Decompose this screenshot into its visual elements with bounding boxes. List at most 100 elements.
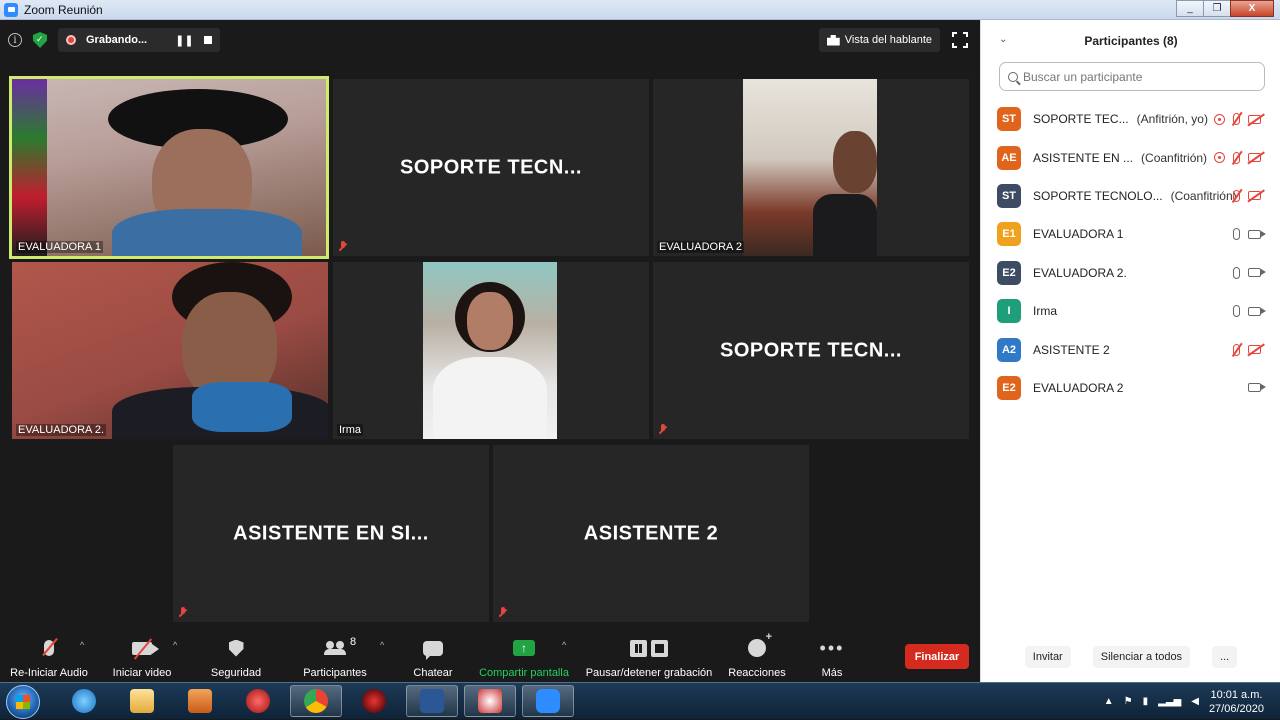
end-meeting-button[interactable]: Finalizar [905, 644, 969, 669]
participants-label: Participantes [303, 667, 367, 679]
camera-icon[interactable] [1248, 383, 1266, 393]
muted-mic-icon [497, 607, 509, 619]
mute-all-button[interactable]: Silenciar a todos [1092, 646, 1191, 668]
participant-row[interactable]: A2 ASISTENTE 2 [997, 330, 1269, 368]
muted-mic-icon [337, 241, 349, 253]
taskbar-media-player[interactable] [174, 685, 226, 717]
participant-avatar: ST [997, 107, 1021, 132]
participant-search-input[interactable] [1023, 69, 1243, 84]
emoji-add-icon [748, 631, 772, 657]
share-screen-button[interactable]: ↑ Compartir pantalla [476, 636, 572, 682]
meeting-info-icon[interactable]: i [8, 33, 22, 47]
recording-indicator: Grabando... ❚❚ [58, 28, 220, 52]
pause-recording-button[interactable]: ❚❚ [175, 34, 193, 47]
camera-off-icon[interactable] [1248, 191, 1261, 201]
audio-button[interactable]: Re-Iniciar Audio [8, 636, 90, 682]
invite-button[interactable]: Invitar [1024, 646, 1071, 668]
camera-off-icon[interactable] [1248, 114, 1261, 124]
video-tile-soporte-tecn[interactable]: SOPORTE TECN... [333, 79, 649, 256]
mic-muted-icon[interactable] [1233, 343, 1240, 356]
zoom-app-icon [4, 2, 18, 17]
participant-name: SOPORTE TEC... [1033, 112, 1129, 127]
system-tray: ▲ ⚑ ▮ ▂▃▅ ◀ 10:01 a.m. 27/06/2020 [1104, 683, 1264, 720]
participant-name: ASISTENTE EN ... [1033, 150, 1134, 165]
video-options-caret[interactable]: ^ [173, 640, 177, 650]
reactions-button[interactable]: Reacciones [726, 631, 788, 682]
video-tile-asistente-2[interactable]: ASISTENTE 2 [493, 445, 809, 622]
participants-options-caret[interactable]: ^ [380, 640, 384, 650]
participants-button[interactable]: 8 Participantes [300, 636, 370, 682]
video-tile-evaluadora-1[interactable]: EVALUADORA 1 [9, 76, 329, 259]
encryption-shield-button[interactable] [30, 30, 50, 50]
fullscreen-button[interactable] [952, 32, 968, 48]
taskbar-ie[interactable] [58, 685, 110, 717]
taskbar-zoom[interactable] [522, 685, 574, 717]
mic-muted-icon[interactable] [1233, 189, 1240, 202]
participant-row[interactable]: ST SOPORTE TECNOLO... (Coanfitrión) [997, 177, 1269, 215]
video-tile-irma[interactable]: Irma [333, 262, 649, 439]
taskbar-chrome[interactable] [290, 685, 342, 717]
camera-off-icon[interactable] [1248, 153, 1261, 163]
video-tile-evaluadora-2-dot[interactable]: EVALUADORA 2. [12, 262, 328, 439]
recording-icon [1214, 113, 1225, 125]
participant-search-box[interactable] [999, 62, 1265, 91]
video-tile-soporte-tecn-2[interactable]: SOPORTE TECN... [653, 262, 969, 439]
action-center-flag-icon[interactable]: ⚑ [1124, 696, 1133, 707]
participant-row[interactable]: E2 EVALUADORA 2 [997, 369, 1269, 407]
pause-stop-recording-button[interactable]: Pausar/detener grabación [584, 636, 714, 682]
video-tile-asistente-en-si[interactable]: ASISTENTE EN SI... [173, 445, 489, 622]
mic-icon[interactable] [1233, 305, 1240, 318]
participants-count: 8 [350, 636, 357, 648]
participant-list: ST SOPORTE TEC... (Anfitrión, yo) AE ASISTEN… [997, 100, 1269, 407]
more-dots-icon: ••• [819, 638, 845, 658]
minimize-button[interactable]: _ [1176, 0, 1204, 17]
taskbar-paint[interactable] [464, 685, 516, 717]
media-player-icon [188, 689, 212, 713]
chat-button[interactable]: Chatear [410, 636, 456, 682]
audio-options-caret[interactable]: ^ [80, 640, 84, 650]
participant-name: SOPORTE TECNOLO... [1033, 188, 1163, 203]
maximize-button[interactable]: ❐ [1203, 0, 1231, 17]
participant-row[interactable]: ST SOPORTE TEC... (Anfitrión, yo) [997, 100, 1269, 138]
pause-stop-icon [630, 639, 668, 657]
participant-row[interactable]: I Irma [997, 292, 1269, 330]
network-signal-icon[interactable]: ▂▃▅ [1158, 696, 1181, 707]
speaker-view-button[interactable]: Vista del hablante [818, 28, 940, 52]
red-app-icon [246, 689, 270, 713]
participant-row[interactable]: E2 EVALUADORA 2. [997, 254, 1269, 292]
camera-icon[interactable] [1248, 229, 1266, 239]
clock-time: 10:01 a.m. [1210, 688, 1263, 701]
close-button[interactable]: X [1230, 0, 1274, 17]
taskbar-explorer[interactable] [116, 685, 168, 717]
panel-more-button[interactable]: ... [1212, 646, 1238, 668]
participant-row[interactable]: E1 EVALUADORA 1 [997, 215, 1269, 253]
participant-name: EVALUADORA 2 [1033, 380, 1124, 395]
stop-recording-button[interactable] [203, 36, 212, 44]
word-icon [420, 689, 444, 713]
mic-muted-icon[interactable] [1233, 151, 1240, 164]
video-tile-evaluadora-2[interactable]: EVALUADORA 2 [653, 79, 969, 256]
mic-icon[interactable] [1233, 266, 1240, 279]
mic-muted-icon[interactable] [1233, 113, 1240, 126]
camera-icon[interactable] [1248, 306, 1266, 316]
volume-icon[interactable]: ◀ [1191, 696, 1199, 707]
power-icon[interactable]: ▮ [1143, 696, 1149, 707]
participant-row[interactable]: AE ASISTENTE EN ... (Coanfitrión) [997, 138, 1269, 176]
security-button[interactable]: Seguridad [206, 636, 266, 682]
security-shield-icon [228, 639, 244, 657]
mic-icon[interactable] [1233, 228, 1240, 241]
share-label: Compartir pantalla [479, 667, 569, 679]
more-button[interactable]: ••• Más [814, 636, 850, 682]
start-button[interactable] [6, 685, 40, 719]
camera-off-icon[interactable] [1248, 345, 1261, 355]
participant-role: (Coanfitrión) [1170, 188, 1237, 203]
taskbar-word[interactable] [406, 685, 458, 717]
more-label: Más [821, 667, 843, 679]
video-button[interactable]: Iniciar video [108, 636, 176, 682]
taskbar-app-red[interactable] [232, 685, 284, 717]
taskbar-app-dark[interactable] [348, 685, 400, 717]
system-clock[interactable]: 10:01 a.m. 27/06/2020 [1209, 688, 1264, 716]
camera-icon[interactable] [1248, 268, 1266, 278]
show-hidden-icons-arrow[interactable]: ▲ [1104, 696, 1114, 707]
share-options-caret[interactable]: ^ [562, 640, 566, 650]
